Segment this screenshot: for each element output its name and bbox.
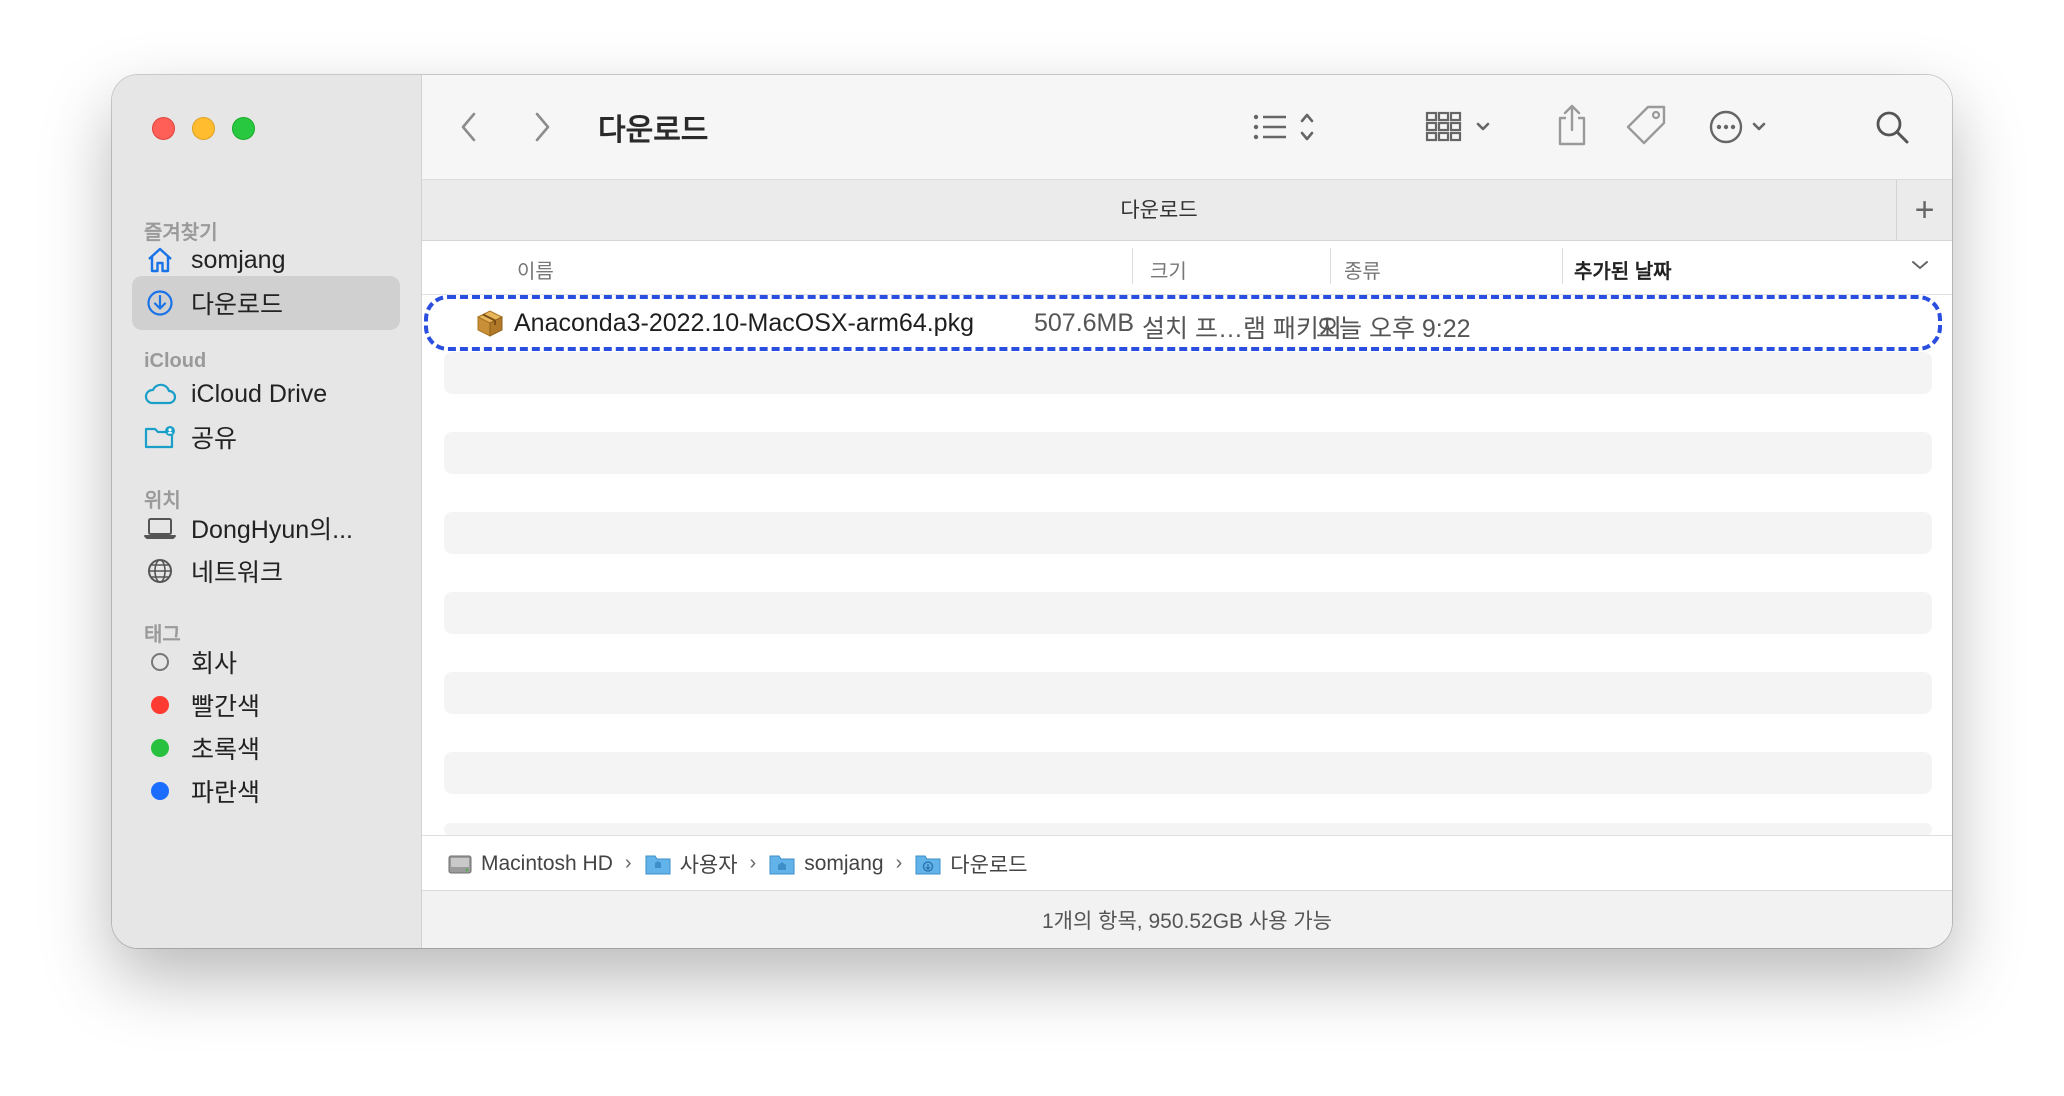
- empty-row: [444, 352, 1932, 394]
- path-item-label: 사용자: [679, 853, 738, 877]
- downloads-folder-icon: [915, 855, 941, 874]
- sidebar-item-label: somjang: [191, 245, 286, 274]
- shared-folder-icon: [143, 420, 177, 454]
- column-divider[interactable]: [1562, 248, 1563, 284]
- sidebar-item-label: 공유: [191, 425, 238, 453]
- folder-icon: [645, 855, 671, 874]
- close-button[interactable]: [152, 117, 175, 140]
- disk-icon: [448, 855, 472, 873]
- group-button[interactable]: [1424, 103, 1500, 151]
- column-divider[interactable]: [1330, 248, 1331, 284]
- column-date-added[interactable]: 추가된 날짜: [1574, 255, 1672, 284]
- minimize-button[interactable]: [192, 117, 215, 140]
- sidebar-item-network[interactable]: 네트워크: [132, 544, 400, 598]
- column-header: 이름 크기 종류 추가된 날짜: [422, 240, 1952, 295]
- column-divider[interactable]: [1132, 248, 1133, 284]
- path-chevron-icon: ›: [895, 852, 903, 874]
- path-item-label: 다운로드: [950, 853, 1028, 877]
- sidebar-item-label: 회사: [191, 650, 238, 678]
- sidebar-item-label: 초록색: [191, 736, 261, 764]
- main-pane: 다운로드 다운로드 + 이름 크기 종류 추가된 날짜 Anaconda3-20…: [422, 75, 1952, 948]
- window-controls: [152, 117, 255, 140]
- download-circle-icon: [143, 286, 177, 320]
- window-title: 다운로드: [598, 114, 709, 147]
- globe-icon: [143, 554, 177, 588]
- empty-row: [444, 432, 1932, 474]
- view-mode-button[interactable]: [1250, 103, 1326, 151]
- search-button[interactable]: [1868, 103, 1916, 151]
- empty-row: [444, 592, 1932, 634]
- path-item-macintosh-hd[interactable]: Macintosh HD: [447, 851, 613, 877]
- sidebar-item-shared[interactable]: 공유: [132, 410, 400, 464]
- finder-window: 즐겨찾기 somjang 다운로드 iCloud iCloud Drive 공유: [112, 75, 1952, 948]
- home-folder-icon: [769, 855, 795, 874]
- back-button[interactable]: [447, 105, 491, 149]
- zoom-button[interactable]: [232, 117, 255, 140]
- grid-group-icon: [1425, 111, 1490, 142]
- tab-bar: 다운로드 +: [422, 179, 1952, 241]
- tag-button[interactable]: [1622, 101, 1670, 149]
- column-kind[interactable]: 종류: [1344, 255, 1381, 284]
- house-icon: [143, 243, 177, 277]
- empty-row: [444, 752, 1932, 794]
- laptop-icon: [143, 511, 177, 545]
- path-chevron-icon: ›: [749, 852, 757, 874]
- cloud-icon: [143, 377, 177, 411]
- tag-dot-icon: [143, 645, 177, 679]
- path-chevron-icon: ›: [624, 852, 632, 874]
- sort-chevron-down-icon: [1912, 261, 1928, 269]
- empty-row: [444, 823, 1932, 835]
- path-item-label: somjang: [804, 851, 884, 875]
- empty-row: [444, 672, 1932, 714]
- list-view-icon: [1253, 113, 1314, 141]
- status-bar: 1개의 항목, 950.52GB 사용 가능: [422, 890, 1952, 948]
- sidebar-item-downloads[interactable]: 다운로드: [132, 276, 400, 330]
- new-tab-button[interactable]: +: [1896, 180, 1952, 240]
- tab-downloads[interactable]: 다운로드: [422, 194, 1896, 224]
- sidebar-item-label: 빨간색: [191, 693, 261, 721]
- sidebar-item-label: 네트워크: [191, 559, 284, 587]
- empty-row: [444, 512, 1932, 554]
- ellipsis-circle-icon: [1709, 110, 1766, 144]
- tag-icon: [1626, 105, 1666, 145]
- action-menu-button[interactable]: [1708, 103, 1780, 151]
- path-bar: Macintosh HD › 사용자 › somjang › 다운로드: [422, 835, 1952, 891]
- sidebar-item-tag-blue[interactable]: 파란색: [132, 764, 400, 818]
- forward-button[interactable]: [520, 105, 564, 149]
- share-icon: [1558, 104, 1586, 146]
- red-tag-dot-icon: [143, 688, 177, 722]
- sidebar-item-label: 파란색: [191, 779, 261, 807]
- selection-highlight-annotation: [424, 295, 1942, 351]
- blue-tag-dot-icon: [143, 774, 177, 808]
- plus-icon: +: [1914, 190, 1935, 229]
- toolbar: 다운로드: [422, 75, 1952, 179]
- status-text: 1개의 항목, 950.52GB 사용 가능: [1042, 909, 1332, 933]
- sidebar-item-label: 다운로드: [191, 291, 284, 319]
- green-tag-dot-icon: [143, 731, 177, 765]
- sidebar-item-label: iCloud Drive: [191, 379, 328, 408]
- share-button[interactable]: [1550, 99, 1594, 151]
- path-item-label: Macintosh HD: [481, 851, 613, 875]
- column-name[interactable]: 이름: [517, 255, 554, 284]
- path-item-somjang[interactable]: somjang: [768, 851, 884, 876]
- path-item-users[interactable]: 사용자: [644, 849, 738, 879]
- path-item-downloads[interactable]: 다운로드: [914, 849, 1028, 879]
- chevron-right-icon: [535, 112, 550, 142]
- sidebar-item-label: DongHyun의...: [191, 516, 353, 544]
- search-icon: [1876, 111, 1909, 144]
- sidebar: 즐겨찾기 somjang 다운로드 iCloud iCloud Drive 공유: [112, 75, 422, 948]
- column-size[interactable]: 크기: [1150, 255, 1187, 284]
- chevron-left-icon: [461, 112, 476, 142]
